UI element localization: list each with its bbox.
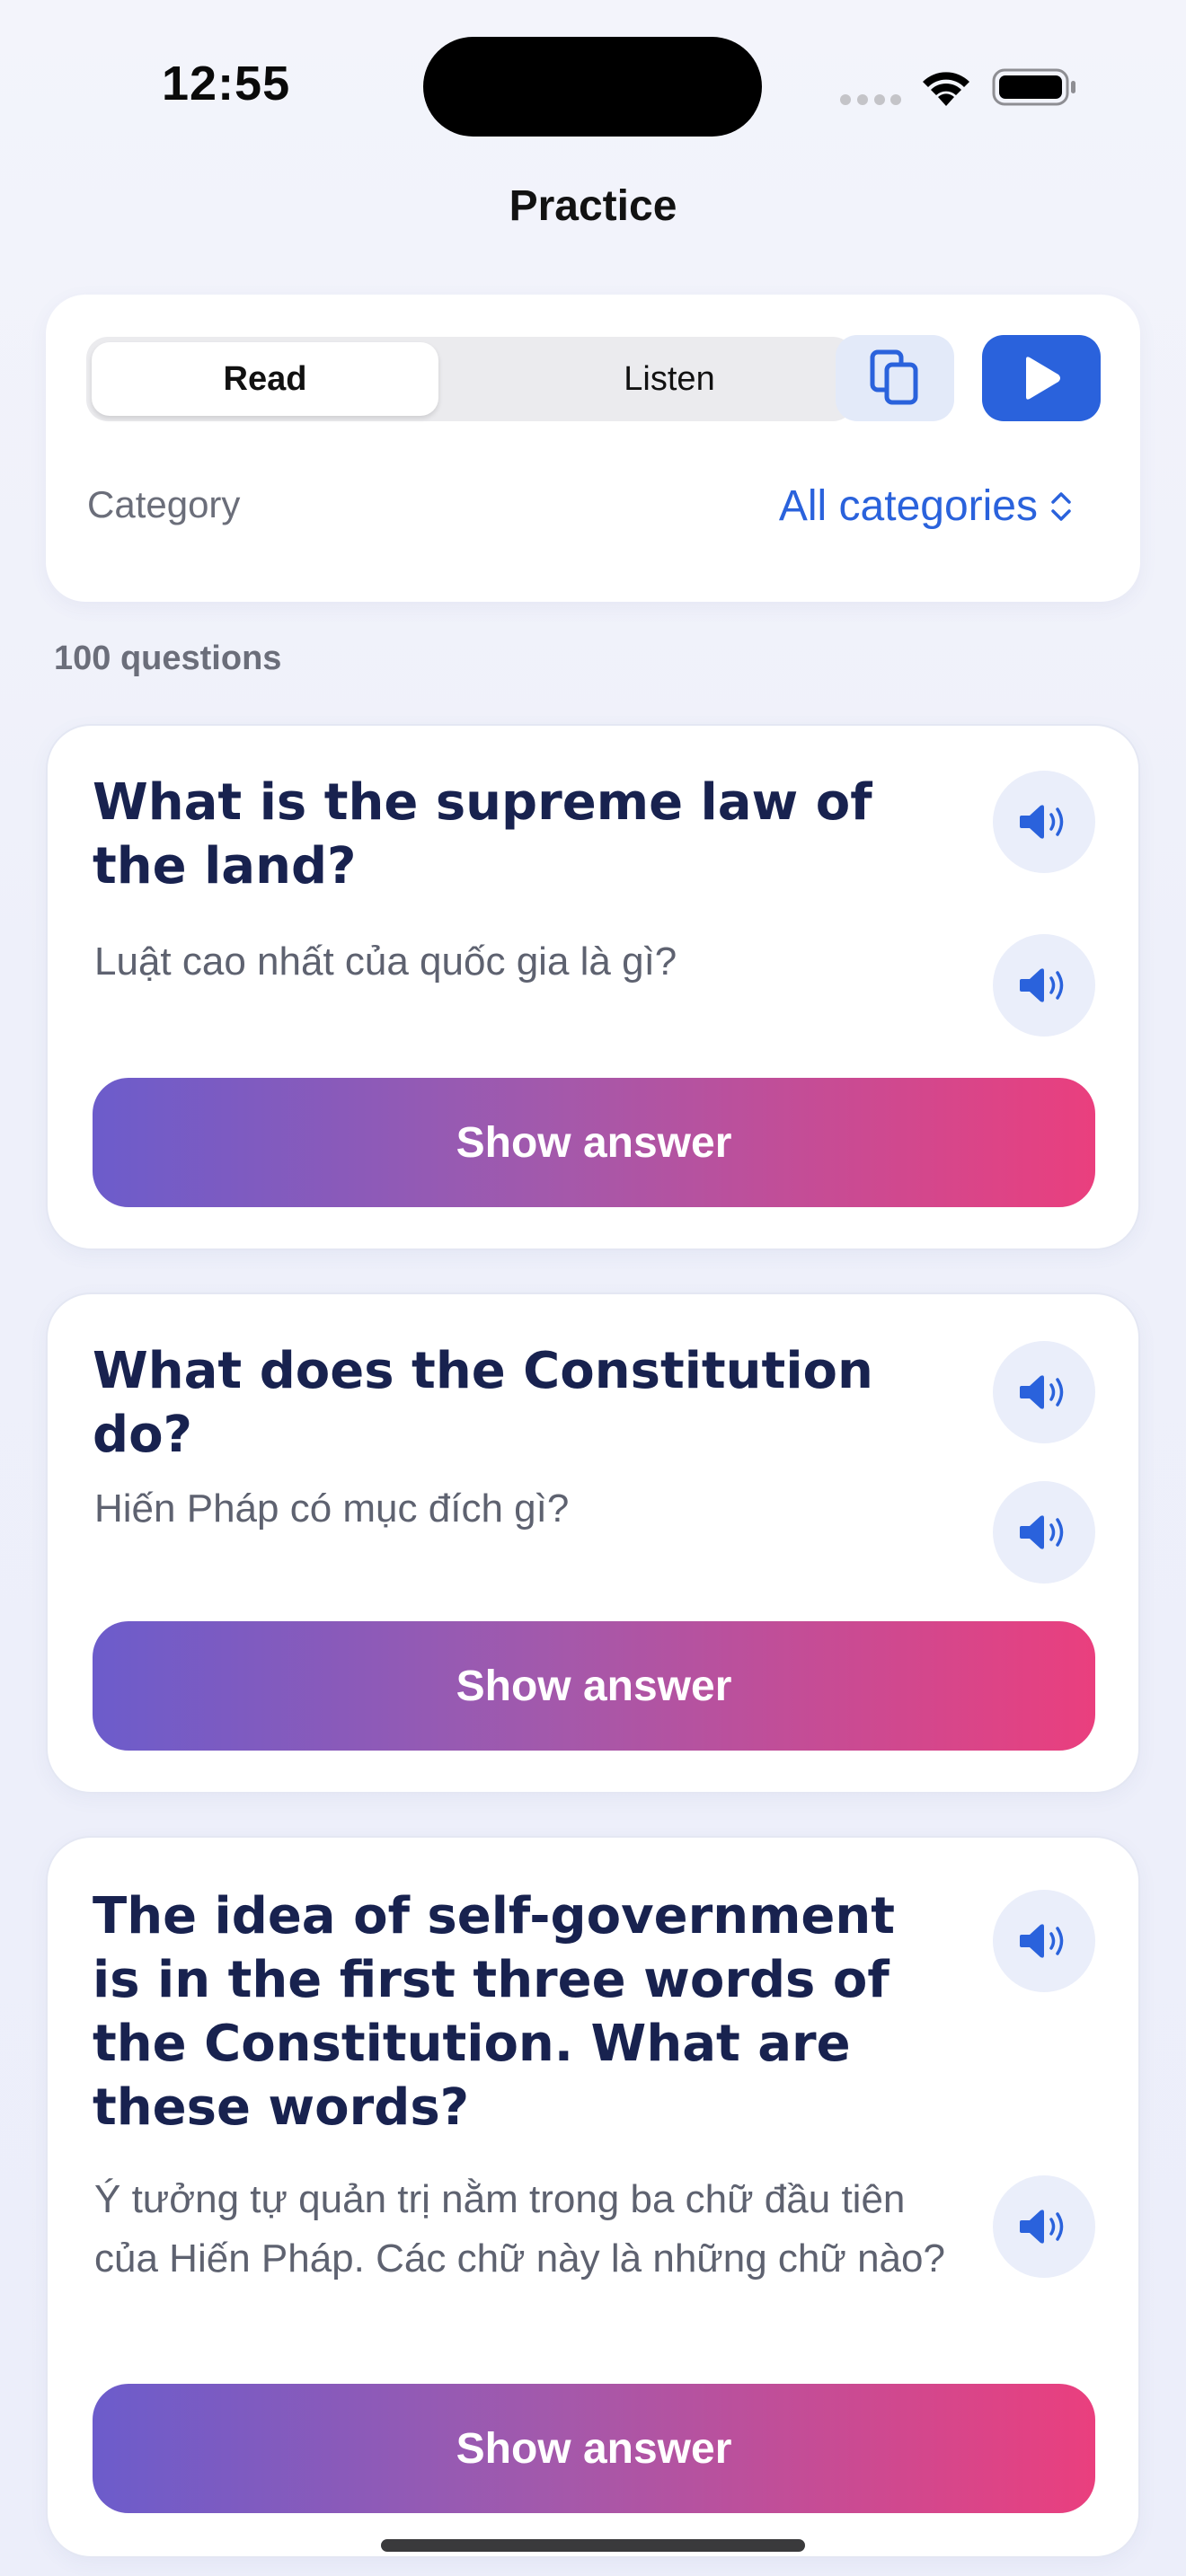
speaker-icon — [1020, 1375, 1064, 1409]
speaker-icon — [1020, 1924, 1064, 1958]
speak-question-button[interactable] — [993, 771, 1095, 873]
show-answer-button[interactable]: Show answer — [93, 1621, 1095, 1751]
tab-read[interactable]: Read — [92, 342, 438, 416]
practice-controls-card: Read Listen Category All categories — [46, 295, 1140, 602]
status-time: 12:55 — [162, 57, 291, 110]
wifi-icon — [923, 72, 969, 106]
speak-question-button[interactable] — [993, 1890, 1095, 1992]
category-label: Category — [87, 483, 241, 525]
speak-question-button[interactable] — [993, 1341, 1095, 1443]
speaker-icon — [1020, 805, 1064, 839]
question-text: The idea of self-government is in the fi… — [93, 1887, 896, 2137]
home-indicator[interactable] — [381, 2539, 805, 2552]
category-value: All categories — [778, 482, 1038, 530]
speaker-icon — [1020, 2210, 1064, 2244]
play-button[interactable] — [982, 335, 1101, 421]
question-text: What does the Constitution do? — [93, 1342, 873, 1464]
battery-icon — [992, 68, 1075, 106]
question-count: 100 questions — [54, 640, 282, 677]
speak-translation-button[interactable] — [993, 2175, 1095, 2278]
tab-listen[interactable]: Listen — [496, 342, 843, 416]
question-card: What is the supreme law of the land? Luậ… — [46, 724, 1140, 1250]
show-answer-button[interactable]: Show answer — [93, 2384, 1095, 2513]
play-icon — [1026, 357, 1060, 400]
mode-segmented-control: Read Listen — [86, 337, 854, 421]
question-text: What is the supreme law of the land? — [93, 773, 872, 895]
translation-text: Luật cao nhất của quốc gia là gì? — [94, 940, 677, 984]
chevron-up-down-icon — [1051, 491, 1071, 521]
speaker-icon — [1020, 1515, 1064, 1549]
copy-icon — [870, 349, 918, 405]
question-card: What does the Constitution do? Hiến Pháp… — [46, 1292, 1140, 1794]
translation-text: Ý tưởng tự quản trị nằm trong ba chữ đầu… — [94, 2177, 945, 2280]
show-answer-button[interactable]: Show answer — [93, 1078, 1095, 1207]
speak-translation-button[interactable] — [993, 1481, 1095, 1584]
speaker-icon — [1020, 968, 1064, 1002]
translation-text: Hiến Pháp có mục đích gì? — [94, 1486, 570, 1531]
dynamic-island — [423, 37, 762, 137]
speak-translation-button[interactable] — [993, 934, 1095, 1037]
question-card: The idea of self-government is in the fi… — [46, 1836, 1140, 2558]
cellular-signal-icon — [840, 94, 901, 105]
page-title: Practice — [509, 182, 677, 230]
flashcards-button[interactable] — [836, 335, 954, 421]
category-picker[interactable]: All categories — [779, 481, 1074, 531]
status-bar: 12:55 — [0, 0, 1186, 144]
